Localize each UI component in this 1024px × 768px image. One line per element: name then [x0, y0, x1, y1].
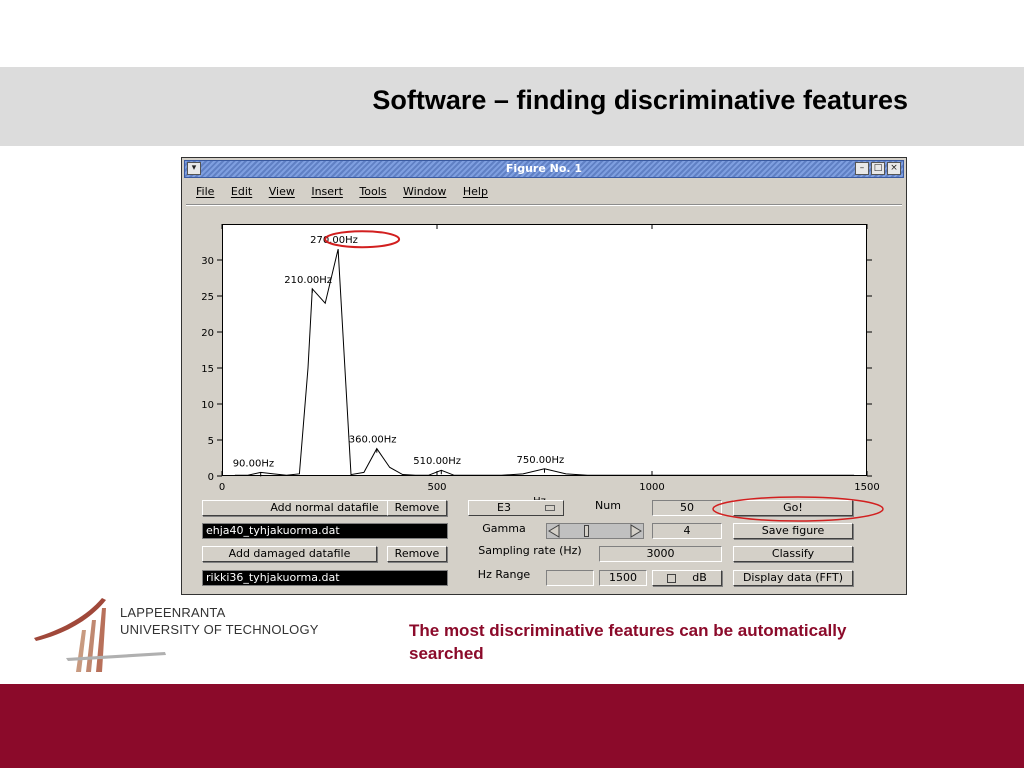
damaged-datafile-field[interactable]: rikki36_tyhjakuorma.dat	[202, 570, 448, 586]
y-tick-label: 20	[201, 328, 214, 339]
y-tick-label: 30	[201, 256, 214, 267]
remove-damaged-button[interactable]: Remove	[387, 546, 447, 562]
num-label: Num	[570, 498, 646, 516]
peak-label: 210.00Hz	[284, 275, 332, 286]
x-tick-label: 500	[427, 482, 446, 493]
x-tick-label: 1500	[854, 482, 879, 493]
university-name-line2: UNIVERSITY OF TECHNOLOGY	[120, 622, 319, 637]
remove-normal-button[interactable]: Remove	[387, 500, 447, 516]
footer-band	[0, 684, 1024, 768]
add-damaged-datafile-button[interactable]: Add damaged datafile	[202, 546, 377, 562]
sampling-rate-label: Sampling rate (Hz)	[468, 543, 592, 561]
gamma-slider[interactable]	[546, 523, 644, 539]
slider-arrows-icon	[548, 524, 642, 538]
db-toggle[interactable]: dB	[652, 570, 722, 586]
hz-range-label: Hz Range	[468, 567, 540, 585]
display-fft-button[interactable]: Display data (FFT)	[733, 570, 853, 586]
db-label: dB	[692, 571, 707, 584]
hz-range-max-input[interactable]: 1500	[599, 570, 647, 586]
x-tick-label: 0	[219, 482, 225, 493]
hz-range-min-input[interactable]	[546, 570, 594, 586]
peak-label: 510.00Hz	[413, 456, 461, 467]
y-tick-label: 0	[208, 472, 214, 483]
sampling-rate-input[interactable]: 3000	[599, 546, 722, 562]
gamma-label: Gamma	[468, 521, 540, 539]
feature-popup-menu[interactable]: E3	[468, 500, 564, 516]
slider-thumb[interactable]	[584, 525, 589, 537]
db-checkbox-icon	[667, 573, 677, 583]
peak-label: 360.00Hz	[349, 435, 397, 446]
go-button[interactable]: Go!	[733, 500, 853, 516]
y-tick-label: 10	[201, 400, 214, 411]
popup-arrow-icon	[545, 505, 555, 511]
save-figure-button[interactable]: Save figure	[733, 523, 853, 539]
y-tick-label: 5	[208, 436, 214, 447]
feature-popup-value: E3	[497, 501, 511, 514]
peak-label: 750.00Hz	[517, 455, 565, 466]
gamma-input[interactable]: 4	[652, 523, 722, 539]
caption-text: The most discriminative features can be …	[409, 621, 847, 663]
peak-label: 90.00Hz	[233, 458, 274, 469]
university-name-line1: LAPPEENRANTA	[120, 605, 226, 620]
x-tick-label: 1000	[639, 482, 664, 493]
classify-button[interactable]: Classify	[733, 546, 853, 562]
y-tick-label: 15	[201, 364, 214, 375]
y-tick-label: 25	[201, 292, 214, 303]
normal-datafile-field[interactable]: ehja40_tyhjakuorma.dat	[202, 523, 448, 539]
num-input[interactable]: 50	[652, 500, 722, 516]
